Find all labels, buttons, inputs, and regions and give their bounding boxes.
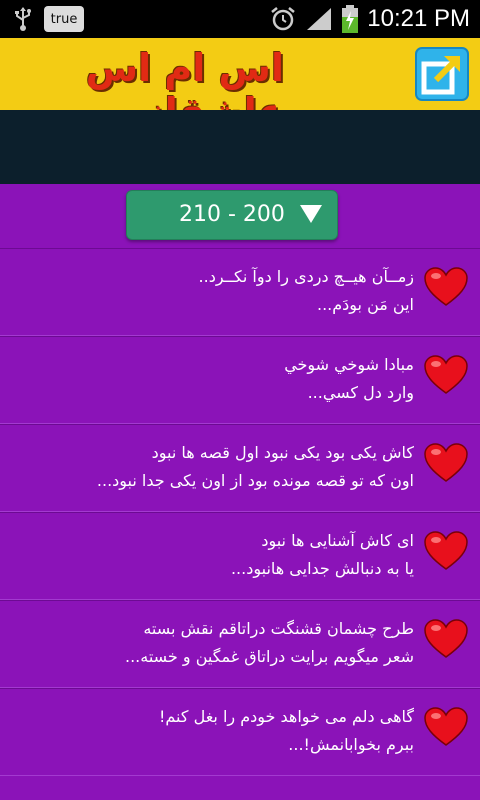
- message-line-1: گاهی دلم می خواهد خودم را بغل کنم!: [158, 707, 414, 726]
- message-line-1: طرح چشمان قشنگت دراتاقم نقش بسته: [143, 619, 414, 638]
- status-bar: true 10:21 PM: [0, 0, 480, 38]
- alarm-icon: [271, 7, 296, 31]
- usb-icon: [15, 7, 31, 31]
- list-item[interactable]: ای کاش آشنایی ها نبود یا به دنبالش جدایی…: [0, 512, 480, 600]
- ad-banner[interactable]: [0, 110, 480, 184]
- clock: 10:21 PM: [367, 5, 470, 32]
- list-item[interactable]: طرح چشمان قشنگت دراتاقم نقش بسته شعر میگ…: [0, 600, 480, 688]
- list-item[interactable]: گاهی دلم می خواهد خودم را بغل کنم! ببرم …: [0, 688, 480, 776]
- battery-charging-icon: [342, 5, 359, 33]
- message-line-2: شعر میگویم برایت دراتاق غمگین و خسته...: [124, 647, 414, 666]
- heart-icon: [424, 531, 468, 570]
- heart-icon: [424, 443, 468, 482]
- message-line-2: اون که تو قصه مونده بود از اون یکی جدا ن…: [96, 471, 414, 490]
- notification-badge: true: [44, 6, 84, 32]
- message-list: زمــآن هیــچ دردی را دوآ نکــرد.. این مَ…: [0, 248, 480, 776]
- list-item[interactable]: مبادا شوخي شوخي وارد دل كسي...: [0, 336, 480, 424]
- message-line-1: ای کاش آشنایی ها نبود: [261, 531, 414, 550]
- chevron-down-icon: [300, 205, 322, 223]
- message-line-2: ببرم بخوابانمش!...: [288, 735, 414, 754]
- range-selector[interactable]: 210 - 200: [126, 190, 338, 240]
- message-line-2: یا به دنبالش جدایی هانبود...: [230, 559, 414, 578]
- message-line-2: این مَن بودَم...: [316, 295, 414, 314]
- message-line-2: وارد دل كسي...: [307, 383, 414, 402]
- share-icon[interactable]: [414, 46, 470, 102]
- heart-icon: [424, 355, 468, 394]
- list-item[interactable]: زمــآن هیــچ دردی را دوآ نکــرد.. این مَ…: [0, 248, 480, 336]
- heart-icon: [424, 267, 468, 306]
- heart-icon: [424, 707, 468, 746]
- signal-icon: [307, 8, 332, 30]
- message-line-1: زمــآن هیــچ دردی را دوآ نکــرد..: [198, 267, 414, 286]
- message-line-1: کاش یکی بود یکی نبود اول قصه ها نبود: [151, 443, 414, 462]
- list-item[interactable]: کاش یکی بود یکی نبود اول قصه ها نبود اون…: [0, 424, 480, 512]
- message-line-1: مبادا شوخي شوخي: [284, 355, 414, 374]
- range-selector-value: 210 - 200: [179, 202, 285, 227]
- app-header: اس ام اس عاشقانه: [0, 38, 480, 134]
- heart-icon: [424, 619, 468, 658]
